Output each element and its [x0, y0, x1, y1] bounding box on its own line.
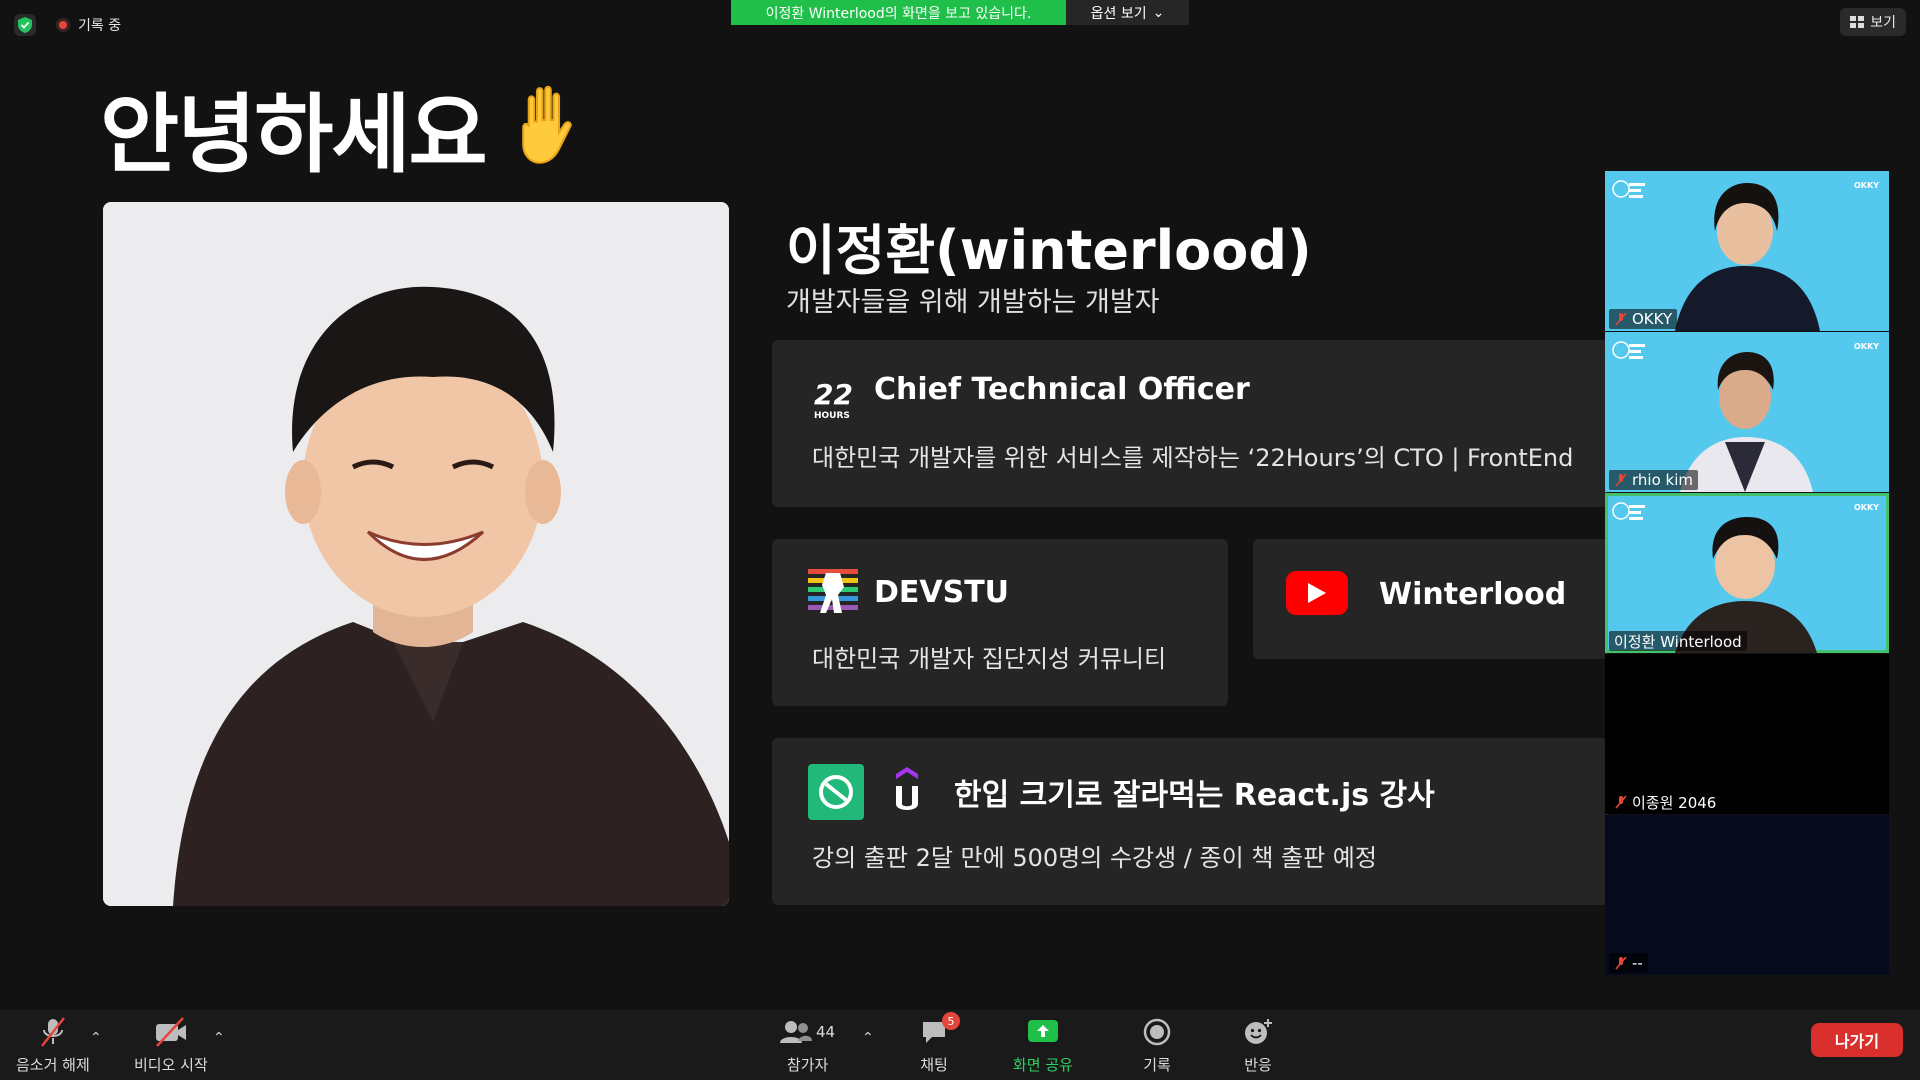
share-screen-label: 화면 공유 [1013, 1056, 1073, 1074]
chat-unread-badge: 5 [942, 1012, 960, 1030]
participant-name: -- [1632, 954, 1643, 972]
cto-description: 대한민국 개발자를 위한 서비스를 제작하는 ‘22Hours’의 CTO | … [812, 444, 1574, 472]
muted-mic-icon [1615, 473, 1627, 487]
participant-tile[interactable]: OKKY rhio kim [1605, 332, 1889, 492]
meeting-topbar: 기록 중 이정환 Winterlood의 화면을 보고 있습니다. 옵션 보기 … [0, 0, 1920, 46]
participant-video [1675, 517, 1817, 653]
participants-button[interactable]: 44 참가자 [780, 1016, 835, 1075]
participants-count: 44 [816, 1023, 836, 1041]
reactions-label: 반응 [1244, 1056, 1272, 1074]
youtube-channel-title: Winterlood [1379, 577, 1567, 612]
chat-label: 채팅 [920, 1056, 948, 1074]
view-layout-label: 보기 [1870, 15, 1896, 31]
grid-view-icon [1850, 16, 1865, 28]
audio-options-caret-icon[interactable]: ⌃ [90, 1030, 102, 1046]
react-lecture-description: 강의 출판 2달 만에 500명의 수강생 / 종이 책 출판 예정 [812, 844, 1377, 872]
participant-tile-active-speaker[interactable]: OKKY 이정환 Winterlood [1605, 493, 1889, 653]
participant-name: rhio kim [1632, 471, 1693, 489]
start-video-label: 비디오 시작 [134, 1056, 208, 1074]
participant-video [1675, 183, 1820, 331]
muted-mic-icon [1615, 956, 1627, 970]
raised-hand-icon [521, 85, 572, 164]
devstu-description: 대한민국 개발자 집단지성 커뮤니티 [812, 645, 1167, 673]
video-off-icon [153, 1016, 189, 1048]
speaker-photo [103, 202, 729, 906]
devstu-title: DEVSTU [874, 575, 1010, 610]
reactions-button[interactable]: 반응 [1243, 1016, 1273, 1075]
record-icon [1143, 1016, 1171, 1048]
recording-label: 기록 중 [78, 18, 122, 34]
participant-video [1680, 352, 1813, 492]
react-lecture-title: 한입 크기로 잘라먹는 React.js 강사 [954, 778, 1435, 813]
muted-mic-icon [1615, 312, 1627, 326]
svg-text:22: 22 [814, 378, 853, 411]
unmute-button[interactable]: 음소거 해제 [16, 1016, 90, 1075]
cto-card: 22 HOURS Chief Technical Officer 대한민국 개발… [772, 340, 1608, 507]
participant-name-label: OKKY [1609, 309, 1678, 329]
leave-meeting-button[interactable]: 나가기 [1811, 1023, 1903, 1057]
muted-mic-icon [1615, 795, 1627, 809]
participant-tile[interactable]: OKKY OKKY [1605, 171, 1889, 331]
participant-tile[interactable]: 이종원 2046 [1605, 654, 1889, 814]
react-lecture-card: 한입 크기로 잘라먹는 React.js 강사 강의 출판 2달 만에 500명… [772, 738, 1608, 905]
share-screen-icon [1027, 1016, 1059, 1048]
slide-greeting: 안녕하세요 [100, 64, 592, 189]
view-options-button[interactable]: 옵션 보기 ⌄ [1066, 0, 1189, 25]
record-label: 기록 [1143, 1056, 1171, 1074]
screen-share-banner: 이정환 Winterlood의 화면을 보고 있습니다. [731, 0, 1066, 25]
lecture-platform-logo-icon [808, 764, 864, 820]
youtube-card: Winterlood [1253, 539, 1608, 659]
start-video-button[interactable]: 비디오 시작 [134, 1016, 208, 1075]
speaker-tagline: 개발자들을 위해 개발하는 개발자 [786, 287, 1160, 318]
chevron-down-icon: ⌄ [1152, 4, 1165, 21]
shared-screen: 안녕하세요 이정환(winterlood) 개발자들을 위해 개발하는 개발자 … [0, 46, 1608, 1010]
security-shield-icon[interactable] [14, 14, 36, 36]
youtube-logo-icon [1286, 571, 1348, 615]
participants-label: 참가자 [786, 1056, 829, 1074]
svg-text:HOURS: HOURS [814, 411, 850, 420]
participant-name: 이종원 2046 [1632, 793, 1717, 812]
speaker-name: 이정환(winterlood) [786, 219, 1312, 282]
video-options-caret-icon[interactable]: ⌃ [213, 1030, 225, 1046]
recording-indicator[interactable]: 기록 중 [56, 14, 121, 36]
meeting-toolbar: 음소거 해제 ⌃ 비디오 시작 ⌃ 44 참가자 ⌃ 5 채팅 화면 공유 기록… [0, 1010, 1920, 1080]
devstu-card: DEVSTU 대한민국 개발자 집단지성 커뮤니티 [772, 539, 1228, 706]
participant-name-label: 이정환 Winterlood [1609, 631, 1747, 651]
muted-mic-icon [38, 1016, 68, 1048]
chat-button[interactable]: 5 채팅 [920, 1012, 960, 1075]
devstu-logo-icon [808, 569, 858, 613]
participant-name-label: 이종원 2046 [1609, 792, 1722, 812]
recording-dot-icon [56, 18, 70, 32]
record-button[interactable]: 기록 [1143, 1016, 1171, 1075]
participant-name-label: -- [1609, 953, 1648, 973]
22hours-logo-icon: 22 HOURS [814, 378, 853, 420]
cto-title: Chief Technical Officer [874, 372, 1250, 407]
participant-name-label: rhio kim [1609, 470, 1698, 490]
participant-tile[interactable]: -- [1605, 815, 1889, 975]
chat-icon: 5 [920, 1012, 960, 1048]
unmute-label: 음소거 해제 [16, 1056, 90, 1074]
slide-title: 안녕하세요 [100, 85, 488, 185]
participants-icon: 44 [780, 1016, 835, 1048]
view-options-label: 옵션 보기 [1090, 5, 1147, 22]
smiley-add-icon [1243, 1016, 1273, 1048]
participants-options-caret-icon[interactable]: ⌃ [862, 1030, 874, 1046]
share-screen-button[interactable]: 화면 공유 [1013, 1016, 1073, 1075]
udemy-logo-icon [896, 767, 918, 810]
participant-name: OKKY [1632, 310, 1673, 328]
view-layout-button[interactable]: 보기 [1840, 8, 1906, 36]
participant-name: 이정환 Winterlood [1614, 632, 1742, 651]
